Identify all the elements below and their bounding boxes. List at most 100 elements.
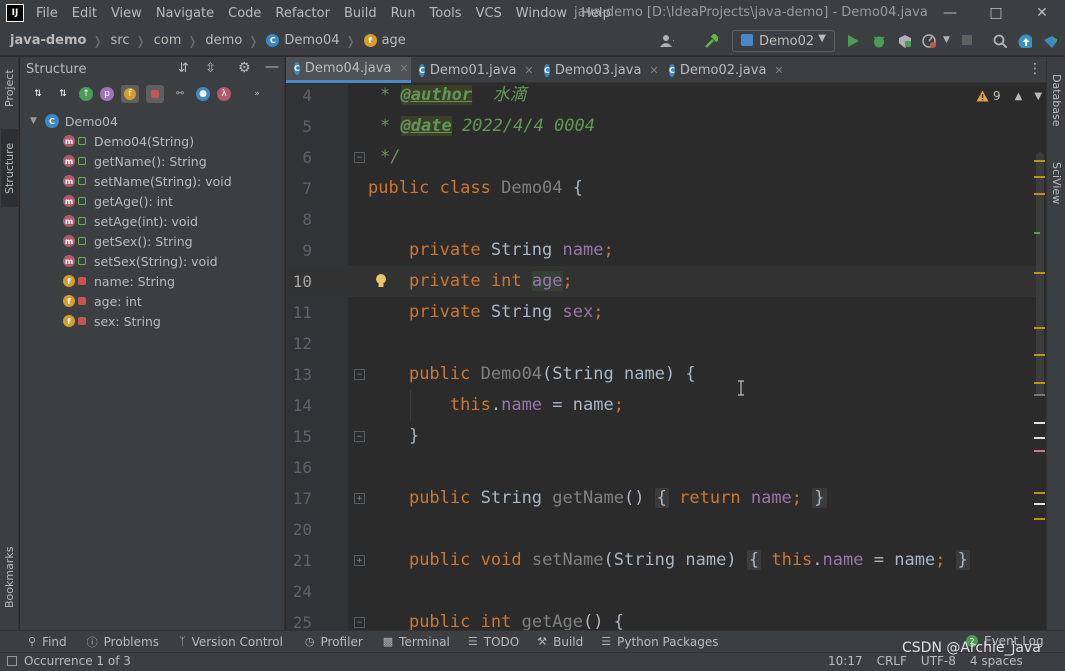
file-encoding[interactable]: UTF-8 (921, 654, 956, 668)
fold-icon[interactable]: − (354, 431, 365, 442)
tree-member[interactable]: m getName(): String (20, 151, 284, 171)
close-tab-icon[interactable]: ✕ (649, 64, 658, 77)
tree-member[interactable]: f name: String (20, 271, 284, 291)
menu-vcs[interactable]: VCS (476, 6, 502, 21)
unfold-icon[interactable]: + (354, 555, 365, 566)
menu-navigate[interactable]: Navigate (156, 6, 214, 21)
fold-icon[interactable]: − (354, 152, 365, 163)
tool-windows-icon[interactable] (7, 656, 17, 666)
tree-member[interactable]: m Demo04(String) (20, 131, 284, 151)
warning-marker[interactable] (1034, 382, 1045, 384)
warning-marker[interactable] (1034, 176, 1045, 178)
debug-icon[interactable] (872, 34, 886, 48)
warning-marker[interactable] (1034, 272, 1045, 274)
vcs-marker[interactable] (1034, 232, 1040, 234)
menu-refactor[interactable]: Refactor (275, 6, 330, 21)
close-tab-icon[interactable]: ✕ (524, 64, 533, 77)
warning-marker[interactable] (1034, 518, 1045, 520)
usage-marker[interactable] (1034, 394, 1045, 396)
menu-edit[interactable]: Edit (72, 6, 97, 21)
menu-window[interactable]: Window (516, 6, 567, 21)
breadcrumb-class[interactable]: C Demo04 (266, 33, 340, 48)
indent-setting[interactable]: 4 spaces (970, 654, 1023, 668)
sciview-tool-tab[interactable]: SciView (1048, 153, 1065, 213)
show-fields-icon[interactable]: f (121, 85, 139, 103)
show-lambdas-icon[interactable]: ● (196, 87, 210, 101)
profile-icon[interactable] (922, 34, 936, 48)
stop-icon[interactable] (961, 34, 975, 48)
menu-tools[interactable]: Tools (430, 6, 462, 21)
menu-view[interactable]: View (111, 6, 142, 21)
close-window-button[interactable]: ✕ (1019, 0, 1065, 26)
collapse-all-icon[interactable]: ⇳ (205, 61, 216, 76)
tool-find[interactable]: ⚲ Find (28, 635, 67, 649)
tree-member[interactable]: f age: int (20, 291, 284, 311)
update-icon[interactable] (1018, 34, 1032, 48)
occurrence-marker[interactable] (1034, 422, 1045, 424)
close-tab-icon[interactable]: ✕ (399, 62, 408, 75)
warning-marker[interactable] (1034, 193, 1045, 195)
warning-marker[interactable] (1034, 160, 1045, 162)
line-separator[interactable]: CRLF (877, 654, 907, 668)
tab-demo02[interactable]: C Demo02.java ✕ (661, 57, 786, 83)
more-options-icon[interactable]: » (248, 85, 266, 103)
lambda-icon[interactable]: λ (217, 87, 231, 101)
project-tool-tab[interactable]: Project (1, 59, 18, 117)
warning-marker[interactable] (1034, 492, 1045, 494)
expand-all-icon[interactable]: ⇵ (178, 61, 189, 76)
tool-problems[interactable]: ⓘ Problems (87, 634, 159, 650)
show-non-public-icon[interactable] (146, 85, 164, 103)
run-configuration-select[interactable]: Demo02 ▼ (732, 30, 835, 52)
next-highlight-icon[interactable]: ▼ (1034, 91, 1042, 102)
tool-python-packages[interactable]: ☰ Python Packages (601, 635, 718, 649)
coverage-icon[interactable] (898, 34, 912, 48)
tree-member[interactable]: f sex: String (20, 311, 284, 331)
breadcrumb-com[interactable]: com (154, 33, 182, 48)
tool-profiler[interactable]: ◷ Profiler (305, 635, 363, 649)
hide-panel-icon[interactable]: — (265, 59, 279, 75)
sort-by-visibility-icon[interactable]: ⇅ (29, 85, 47, 103)
close-tab-icon[interactable]: ✕ (774, 64, 783, 77)
run-icon[interactable] (846, 34, 860, 48)
fold-icon[interactable]: − (354, 369, 365, 380)
sort-alphabetically-icon[interactable]: ⇅ (54, 85, 72, 103)
expand-arrow-icon[interactable]: ▼ (30, 116, 37, 126)
breadcrumb-src[interactable]: src (111, 33, 130, 48)
menu-file[interactable]: File (36, 6, 58, 21)
tree-member[interactable]: m setName(String): void (20, 171, 284, 191)
tool-terminal[interactable]: ▩ Terminal (383, 635, 450, 649)
todo-marker[interactable] (1034, 450, 1045, 452)
tool-version-control[interactable]: ᛉ Version Control (179, 635, 283, 649)
show-inherited-icon[interactable]: ↑ (79, 87, 93, 101)
minimize-button[interactable]: — (927, 0, 973, 26)
menu-code[interactable]: Code (228, 6, 261, 21)
jetbrains-toolbox-icon[interactable] (1043, 34, 1057, 48)
menu-build[interactable]: Build (344, 6, 377, 21)
bookmarks-tool-tab[interactable]: Bookmarks (1, 535, 18, 619)
tree-member[interactable]: m setSex(String): void (20, 251, 284, 271)
gear-icon[interactable]: ⚙ (238, 60, 251, 76)
menu-run[interactable]: Run (391, 6, 416, 21)
tree-root-class[interactable]: ▼ C Demo04 (20, 111, 284, 131)
maximize-button[interactable]: □ (973, 0, 1019, 26)
tree-member[interactable]: m getAge(): int (20, 191, 284, 211)
previous-highlight-icon[interactable]: ▲ (1015, 91, 1023, 102)
caret-position[interactable]: 10:17 (828, 654, 863, 668)
tool-build[interactable]: ⚒ Build (537, 635, 583, 649)
show-properties-icon[interactable]: p (100, 87, 114, 101)
inspection-widget[interactable]: 9 ▲ ▼ (976, 89, 1042, 103)
tree-member[interactable]: m getSex(): String (20, 231, 284, 251)
occurrence-marker[interactable] (1034, 437, 1045, 439)
show-anonymous-classes-icon[interactable]: ⚯ (171, 85, 189, 103)
fold-icon[interactable]: − (354, 617, 365, 628)
code-editor[interactable]: 4 * @author 水滴 5 * @date 2022/4/4 0004 6… (286, 84, 1046, 630)
tool-todo[interactable]: ☰ TODO (468, 635, 519, 649)
breadcrumb-project[interactable]: java-demo (10, 33, 86, 48)
structure-tool-tab[interactable]: Structure (1, 129, 18, 207)
add-user-icon[interactable] (660, 34, 674, 48)
breadcrumb-demo[interactable]: demo (205, 33, 242, 48)
unfold-icon[interactable]: + (354, 493, 365, 504)
warning-marker[interactable] (1034, 327, 1045, 329)
warning-marker[interactable] (1034, 354, 1045, 356)
tree-member[interactable]: m setAge(int): void (20, 211, 284, 231)
